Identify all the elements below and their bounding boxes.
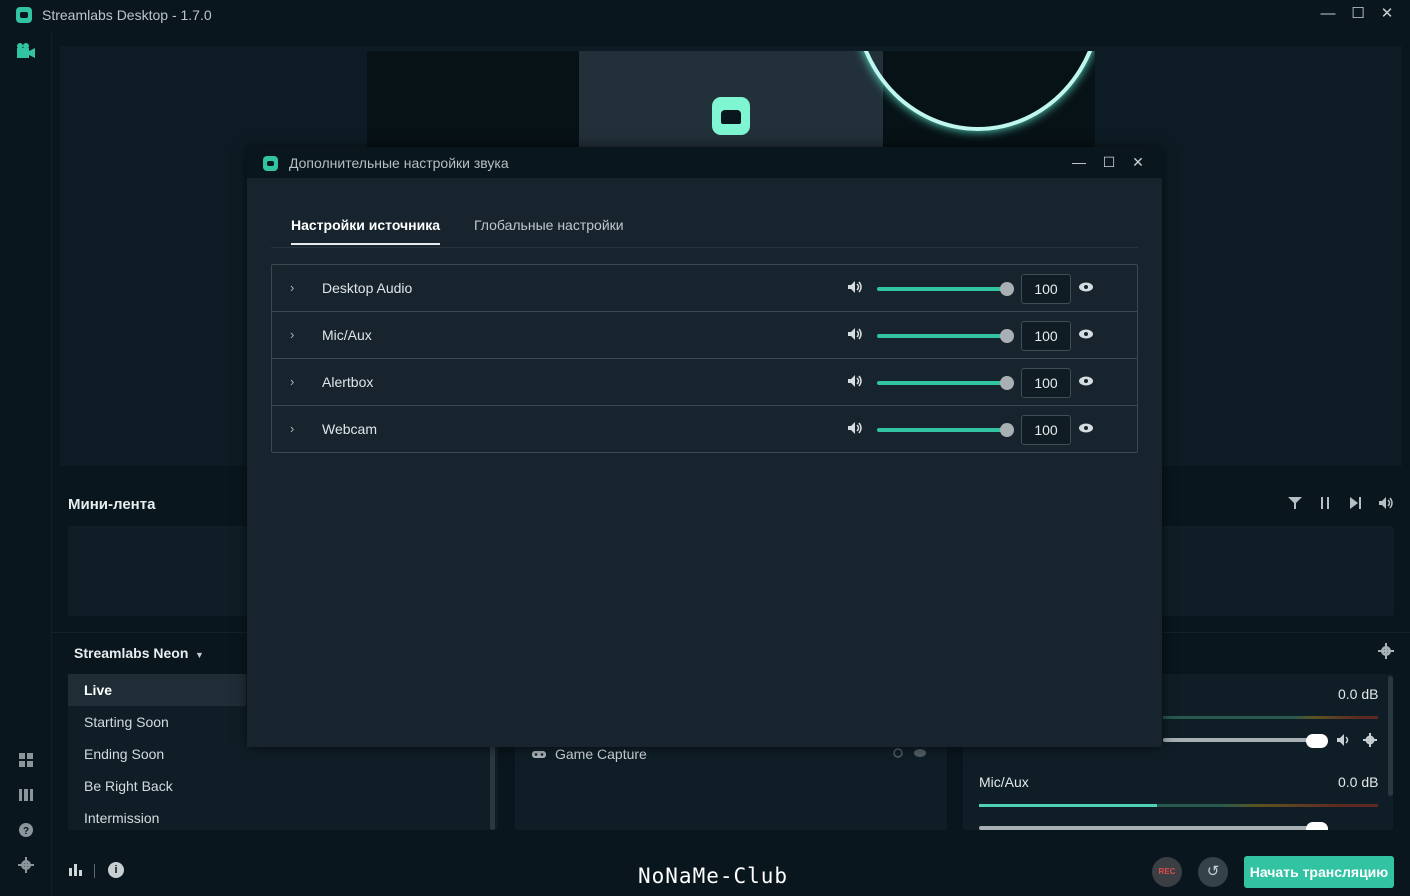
audio-source-row[interactable]: › Alertbox 100 [272, 359, 1137, 406]
preview-logo-panel [579, 51, 883, 148]
neon-ring-decoration [853, 51, 1095, 131]
scene-item-be-right-back[interactable]: Be Right Back [68, 770, 246, 802]
help-icon[interactable]: ? [16, 822, 36, 842]
record-button[interactable]: REC [1152, 857, 1182, 887]
volume-slider[interactable] [877, 381, 1007, 385]
mixer-thumb[interactable] [1306, 734, 1328, 748]
scene-collection-selector[interactable]: Streamlabs Neon [74, 645, 188, 661]
audio-source-name: Desktop Audio [322, 280, 413, 296]
info-icon[interactable]: i [108, 862, 124, 878]
volume-slider-thumb[interactable] [1000, 376, 1014, 390]
tab-global-settings[interactable]: Глобальные настройки [474, 217, 624, 243]
chevron-right-icon[interactable]: › [290, 280, 294, 295]
mixer-thumb[interactable] [1306, 822, 1328, 830]
volume-icon[interactable] [1376, 496, 1396, 514]
streamlabs-logo-icon [263, 156, 278, 171]
scene-item-starting-soon[interactable]: Starting Soon [68, 706, 246, 738]
audio-source-row[interactable]: › Mic/Aux 100 [272, 312, 1137, 359]
chevron-right-icon[interactable]: › [290, 374, 294, 389]
preview-neon-panel [853, 51, 1095, 148]
chevron-right-icon[interactable]: › [290, 327, 294, 342]
footer-divider [94, 864, 95, 878]
audio-sources-table: › Desktop Audio 100 › Mic/Aux 100 › Aler… [271, 264, 1138, 453]
volume-slider-thumb[interactable] [1000, 423, 1014, 437]
chevron-right-icon[interactable]: › [290, 421, 294, 436]
dialog-title: Дополнительные настройки звука [289, 155, 509, 171]
audio-source-row[interactable]: › Desktop Audio 100 [272, 265, 1137, 312]
app-titlebar: Streamlabs Desktop - 1.7.0 — ☐ ✕ [0, 0, 1410, 30]
pause-icon[interactable] [1315, 496, 1335, 514]
eye-icon[interactable] [1078, 327, 1094, 343]
maximize-button[interactable]: ☐ [1346, 4, 1370, 24]
gamepad-icon [531, 748, 547, 763]
dialog-maximize-button[interactable]: ☐ [1098, 152, 1120, 172]
eye-icon[interactable] [1078, 374, 1094, 390]
performance-stats-icon[interactable] [68, 862, 84, 879]
settings-tabs: Настройки источника Глобальные настройки [271, 207, 1138, 248]
dialog-titlebar: Дополнительные настройки звука — ☐ ✕ [247, 147, 1162, 178]
chevron-down-icon[interactable]: ▼ [195, 650, 204, 660]
mixer-meter-level [979, 804, 1157, 807]
studio-icon[interactable] [16, 42, 36, 62]
layout-icon[interactable] [16, 752, 36, 772]
app-title: Streamlabs Desktop - 1.7.0 [42, 7, 212, 23]
advanced-audio-settings-dialog: Дополнительные настройки звука — ☐ ✕ Нас… [247, 147, 1162, 747]
audio-source-name: Mic/Aux [322, 327, 372, 343]
mixer-scrollbar[interactable] [1388, 676, 1393, 796]
tab-source-settings[interactable]: Настройки источника [291, 217, 441, 245]
audio-source-row[interactable]: › Webcam 100 [272, 406, 1137, 453]
volume-slider[interactable] [877, 428, 1007, 432]
scene-item-ending-soon[interactable]: Ending Soon [68, 738, 246, 770]
minifeed-title: Мини-лента [68, 496, 156, 513]
streamlabs-logo-icon [16, 7, 32, 23]
mixer-volume-icon[interactable] [1336, 733, 1350, 750]
mixer-volume-slider[interactable] [1163, 738, 1313, 742]
mixer-settings-icon[interactable] [1378, 643, 1394, 663]
source-item-game-capture[interactable]: Game Capture [555, 746, 647, 762]
eye-icon[interactable] [1078, 421, 1094, 437]
svg-text:?: ? [23, 826, 29, 837]
volume-icon[interactable] [847, 374, 863, 391]
filter-icon[interactable] [1285, 496, 1305, 514]
volume-slider-thumb[interactable] [1000, 282, 1014, 296]
close-button[interactable]: ✕ [1375, 4, 1399, 24]
volume-input[interactable]: 100 [1021, 321, 1071, 351]
mixer-row-settings-icon[interactable] [1363, 733, 1377, 750]
audio-source-name: Alertbox [322, 374, 374, 390]
mixer-row-db: 0.0 dB [1338, 686, 1379, 702]
preview-brick-wall [367, 51, 579, 148]
streamlabs-logo-icon [712, 97, 750, 135]
watermark-text: NoNaMe-Club [638, 864, 789, 888]
scene-item-live[interactable]: Live [68, 674, 246, 706]
volume-slider-thumb[interactable] [1000, 329, 1014, 343]
replay-buffer-button[interactable]: ↺ [1198, 857, 1228, 887]
left-sidebar: ? [0, 30, 52, 896]
volume-slider[interactable] [877, 287, 1007, 291]
skip-icon[interactable] [1345, 496, 1365, 514]
volume-input[interactable]: 100 [1021, 368, 1071, 398]
source-visibility-lock-icons[interactable] [892, 747, 928, 762]
volume-input[interactable]: 100 [1021, 274, 1071, 304]
volume-slider[interactable] [877, 334, 1007, 338]
volume-icon[interactable] [847, 327, 863, 344]
dialog-close-button[interactable]: ✕ [1127, 152, 1149, 172]
stream-preview-canvas[interactable] [367, 51, 1095, 148]
settings-icon[interactable] [16, 857, 36, 877]
eye-icon[interactable] [1078, 280, 1094, 296]
mixer-row-db: 0.0 dB [1338, 774, 1379, 790]
audio-source-name: Webcam [322, 421, 377, 437]
volume-icon[interactable] [847, 421, 863, 438]
mixer-meter [1163, 716, 1378, 719]
minimize-button[interactable]: — [1316, 4, 1340, 24]
mixer-volume-slider[interactable] [979, 826, 1313, 830]
dialog-minimize-button[interactable]: — [1068, 152, 1090, 172]
columns-icon[interactable] [16, 787, 36, 807]
scene-item-intermission[interactable]: Intermission [68, 802, 246, 834]
go-live-button[interactable]: Начать трансляцию [1244, 856, 1394, 888]
volume-input[interactable]: 100 [1021, 415, 1071, 445]
volume-icon[interactable] [847, 280, 863, 297]
mixer-row-name: Mic/Aux [979, 774, 1029, 790]
